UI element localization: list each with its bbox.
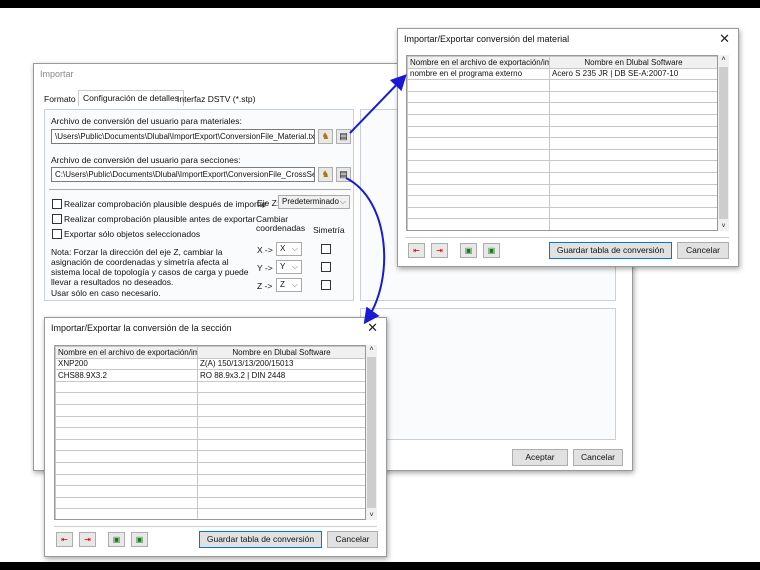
arrow-to-section	[345, 177, 386, 325]
callout-arrows	[345, 74, 407, 325]
arrow-to-material	[349, 74, 407, 134]
